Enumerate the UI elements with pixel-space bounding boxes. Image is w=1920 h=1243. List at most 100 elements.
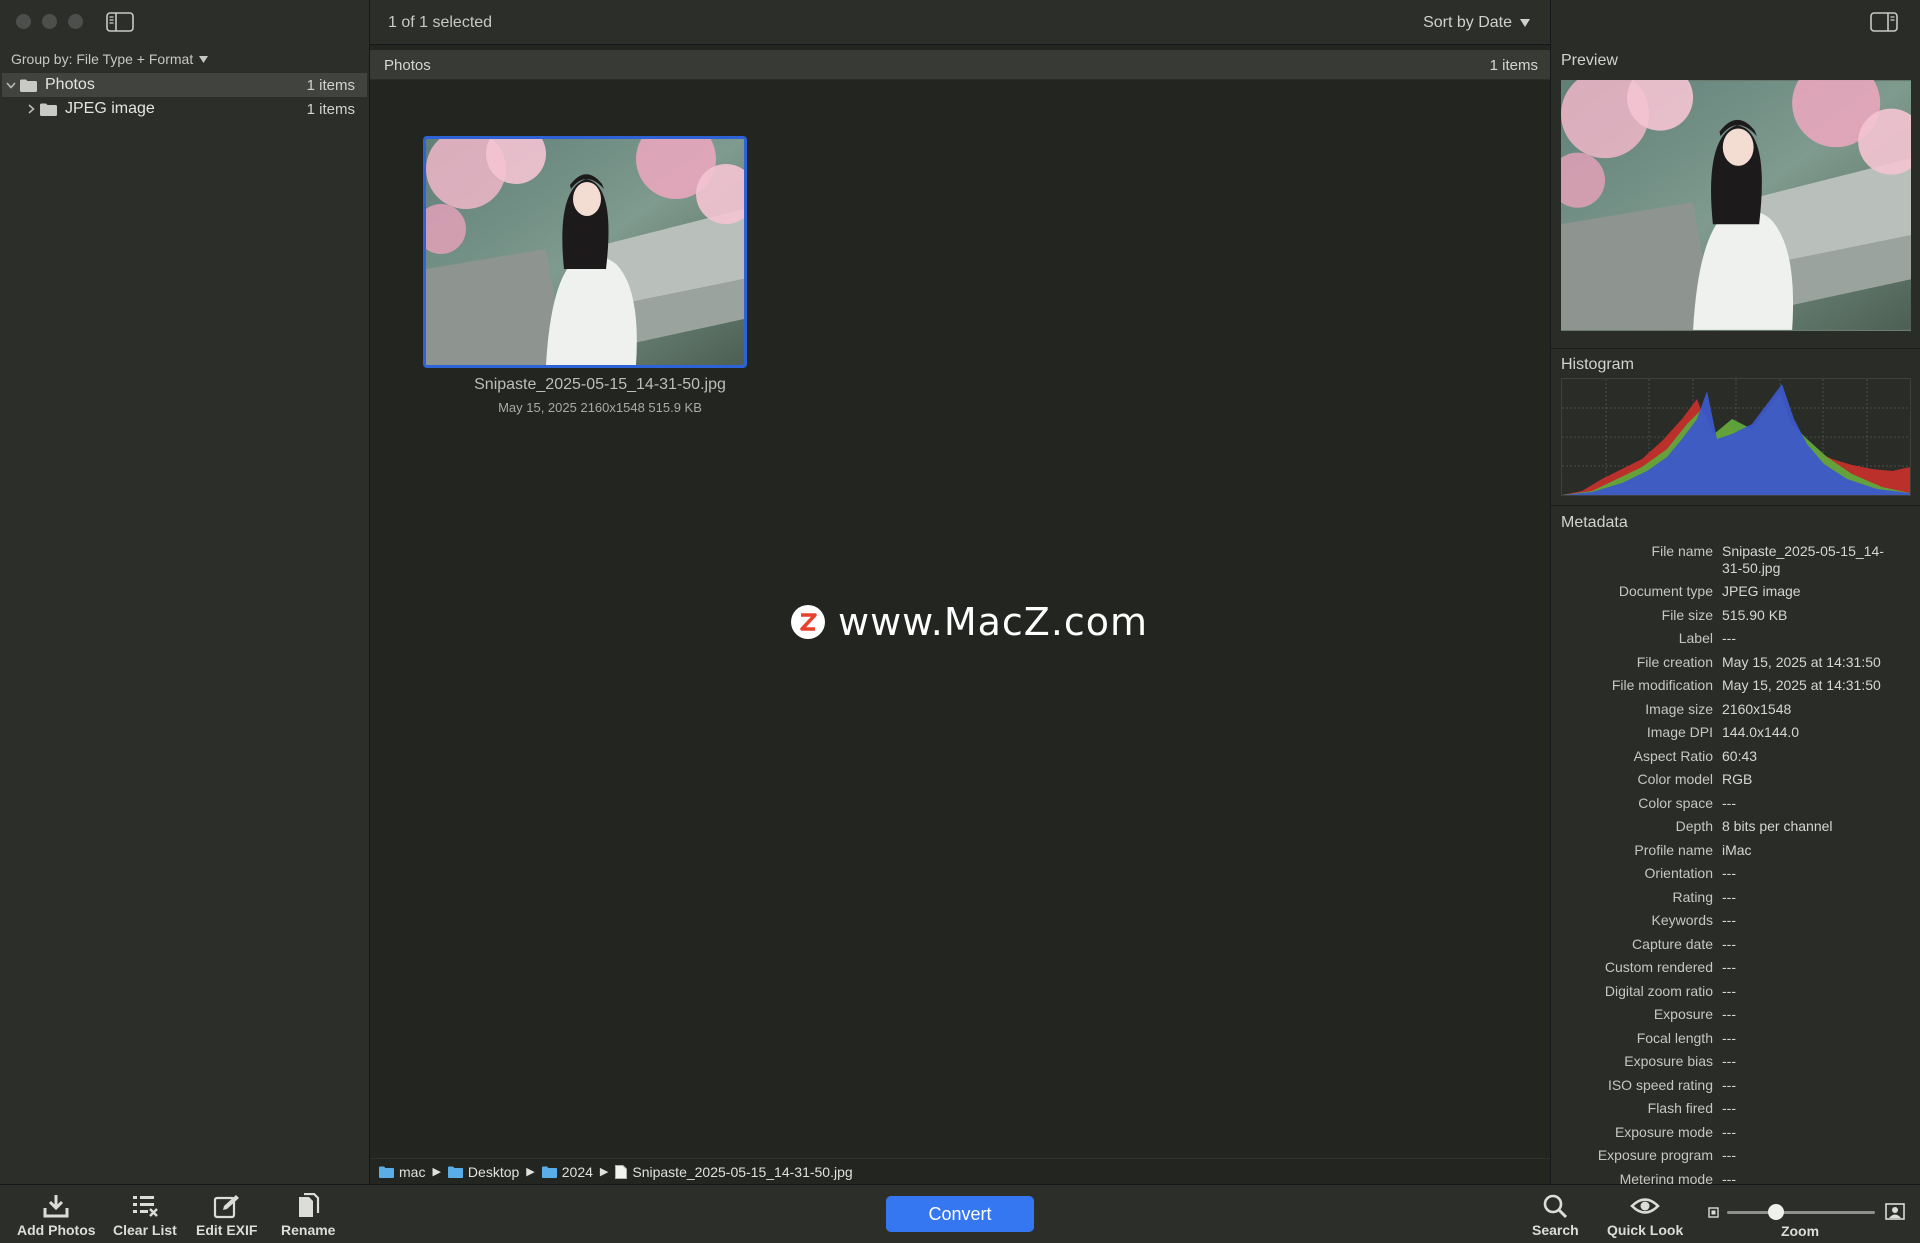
close-window-button[interactable] [16,14,31,29]
metadata-row: Rating --- [1551,886,1920,910]
tree-item-jpeg-image[interactable]: JPEG image 1 items [2,97,367,121]
metadata-row: Depth 8 bits per channel [1551,815,1920,839]
group-by-dropdown[interactable]: Group by: File Type + Format [11,51,209,67]
metadata-key: Document type [1618,583,1713,599]
metadata-row: Orientation --- [1551,862,1920,886]
path-segment[interactable]: Desktop [468,1164,519,1180]
zoom-slider-knob[interactable] [1767,1204,1784,1220]
metadata-value: JPEG image [1722,583,1801,599]
section-title: Photos [384,57,431,74]
tree-item-count: 1 items [306,76,355,94]
metadata-row: Document type JPEG image [1551,580,1920,604]
metadata-row: Image DPI 144.0x144.0 [1551,721,1920,745]
download-tray-icon [43,1195,69,1218]
metadata-key: File name [1651,543,1713,559]
metadata-value: --- [1722,888,1736,905]
zoom-label: Zoom [1780,1223,1820,1239]
search-label: Search [1532,1222,1579,1238]
photo-filename: Snipaste_2025-05-15_14-31-50.jpg [474,376,726,393]
section-count: 1 items [1489,57,1538,74]
metadata-value: --- [1722,865,1736,881]
preview-image [1561,80,1911,331]
tree-item-photos[interactable]: Photos 1 items [2,73,367,97]
divider [1551,348,1920,349]
inspector-toggle-icon[interactable] [1870,12,1898,32]
metadata-value: 515.90 KB [1722,606,1788,623]
metadata-row: Exposure program --- [1551,1144,1920,1168]
watermark: www.MacZ.com [790,600,1148,644]
list-clear-icon [132,1196,158,1217]
clear-list-button[interactable]: Clear List [113,1193,177,1238]
photo-thumbnail[interactable] [423,136,747,368]
folder-icon [40,103,57,116]
add-photos-label: Add Photos [17,1222,96,1238]
metadata-row: Label --- [1551,627,1920,651]
metadata-row: File creation May 15, 2025 at 14:31:50 [1551,651,1920,675]
search-icon [1544,1194,1568,1219]
metadata-key: Depth [1675,818,1713,834]
edit-exif-button[interactable]: Edit EXIF [196,1193,257,1238]
metadata-value: May 15, 2025 at 14:31:50 [1722,677,1881,693]
add-photos-button[interactable]: Add Photos [17,1193,96,1238]
metadata-row: Profile name iMac [1551,839,1920,863]
path-segment[interactable]: Snipaste_2025-05-15_14-31-50.jpg [632,1164,852,1180]
tree-item-label: Photos [45,76,95,93]
path-segment[interactable]: 2024 [562,1164,593,1180]
zoom-slider-track[interactable] [1727,1211,1875,1214]
search-button[interactable]: Search [1532,1193,1579,1238]
metadata-value: --- [1722,1123,1736,1140]
metadata-key: Exposure program [1597,1147,1713,1163]
quick-look-button[interactable]: Quick Look [1607,1193,1683,1238]
sidebar-toggle-icon[interactable] [106,12,134,32]
dropdown-triangle-icon [1520,19,1530,27]
folder-icon [447,1166,463,1178]
metadata-row: Aspect Ratio 60:43 [1551,745,1920,769]
metadata-row: Keywords --- [1551,909,1920,933]
chevron-down-icon[interactable] [2,81,20,89]
metadata-row: Color space --- [1551,792,1920,816]
metadata-key: ISO speed rating [1607,1076,1713,1093]
metadata-key: Focal length [1636,1029,1713,1046]
zoom-control: Zoom [1705,1199,1910,1239]
metadata-value: Snipaste_2025-05-15_14-31-50.jpg [1722,543,1884,576]
metadata-value: --- [1722,1147,1736,1163]
metadata-value: --- [1722,1029,1736,1046]
metadata-value: --- [1722,935,1736,952]
metadata-row: File modification May 15, 2025 at 14:31:5… [1551,674,1920,698]
main-area: 1 of 1 selected Sort by Date Photos 1 it… [370,0,1550,1184]
document-icon [615,1164,628,1179]
main-header: 1 of 1 selected Sort by Date [370,0,1550,45]
zoom-window-button[interactable] [68,14,83,29]
metadata-value: May 15, 2025 at 14:31:50 [1722,653,1881,670]
metadata-value: --- [1722,794,1736,811]
histogram-label: Histogram [1561,356,1634,373]
path-segment[interactable]: mac [399,1164,425,1180]
metadata-key: Color model [1637,771,1713,787]
minimize-window-button[interactable] [42,14,57,29]
convert-button[interactable]: Convert [886,1196,1034,1232]
metadata-key: Orientation [1644,865,1713,881]
metadata-key: Exposure [1653,1006,1713,1022]
sort-dropdown[interactable]: Sort by Date [1423,14,1530,32]
edit-exif-label: Edit EXIF [196,1222,258,1238]
metadata-value: 8 bits per channel [1722,818,1833,834]
selection-count: 1 of 1 selected [388,14,493,31]
sort-label: Sort by Date [1423,14,1512,31]
tree-item-label: JPEG image [65,100,155,117]
metadata-row: Flash fired --- [1551,1097,1920,1121]
metadata-key: Label [1678,630,1713,646]
metadata-list: File name Snipaste_2025-05-15_14-31-50.jp… [1551,540,1920,1191]
group-by-label: Group by: File Type + Format [11,51,194,67]
chevron-right-icon[interactable] [22,104,40,114]
watermark-text: www.MacZ.com [838,600,1149,644]
zoom-out-icon[interactable] [1708,1207,1719,1218]
metadata-key: File creation [1636,653,1713,670]
window-controls [16,14,83,29]
zoom-in-icon[interactable] [1885,1203,1905,1220]
quick-look-label: Quick Look [1607,1222,1684,1238]
metadata-key: Exposure mode [1614,1123,1713,1140]
rename-button[interactable]: Rename [281,1193,335,1238]
metadata-row: Image size 2160x1548 [1551,698,1920,722]
macz-logo-icon [791,605,825,639]
metadata-key: Keywords [1651,912,1713,928]
